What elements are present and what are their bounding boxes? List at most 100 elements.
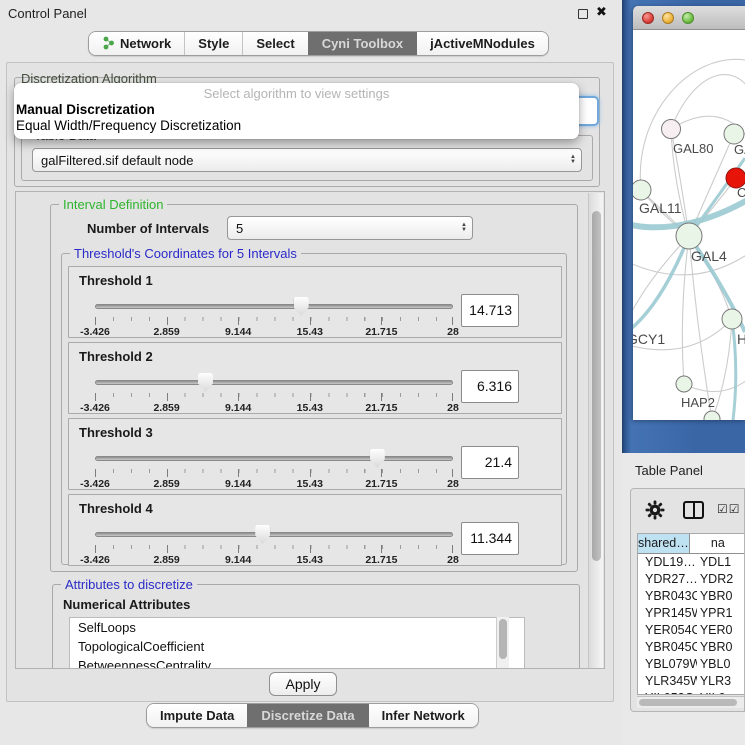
- node-bottom[interactable]: [704, 411, 720, 420]
- column-header-name[interactable]: na: [690, 534, 745, 553]
- table-row[interactable]: YLR345W YLR3: [638, 673, 745, 690]
- table-row[interactable]: YPR145W YPR1: [638, 605, 745, 622]
- node-label-cut-h: H: [737, 331, 745, 347]
- network-window-titlebar[interactable]: [633, 6, 745, 30]
- node-label-gal11: GAL11: [639, 200, 682, 216]
- thresholds-group: Threshold's Coordinates for 5 Intervals …: [61, 253, 567, 565]
- network-icon: [102, 36, 115, 50]
- attribute-list-item[interactable]: BetweennessCentrality: [70, 656, 524, 669]
- slider-handle[interactable]: [255, 525, 270, 544]
- table-row[interactable]: YER054C YER0: [638, 622, 745, 639]
- threshold-label: Threshold 4: [79, 501, 153, 516]
- network-window: GAL80 GA C GAL11 GAL4 GCY1 H HAP2: [633, 6, 745, 420]
- scrollbar-thumb[interactable]: [592, 211, 601, 561]
- slider-track[interactable]: [95, 532, 453, 537]
- table-panel-box: ☑☑ shared… na YDL19… YDL1 YDR27… YDR2 YB…: [630, 488, 745, 712]
- node-hap2[interactable]: [676, 376, 692, 392]
- tab-impute-data[interactable]: Impute Data: [147, 704, 247, 727]
- interval-definition-group: Interval Definition Number of Intervals …: [50, 204, 578, 572]
- tab-infer-network[interactable]: Infer Network: [368, 704, 478, 727]
- node-table[interactable]: shared… na YDL19… YDL1 YDR27… YDR2 YBR04…: [637, 533, 745, 695]
- tab-network[interactable]: Network: [89, 32, 184, 55]
- slider-ticks: [95, 317, 453, 325]
- node-gal80[interactable]: [662, 120, 681, 139]
- slider-ticks: [95, 545, 453, 553]
- close-icon[interactable]: ✖: [596, 4, 607, 20]
- zoom-traffic-light-icon[interactable]: [682, 12, 694, 24]
- threshold-1-slider[interactable]: -3.4262.8599.14415.4321.71528: [95, 297, 453, 337]
- tab-style[interactable]: Style: [184, 32, 242, 55]
- threshold-3-panel: Threshold 3 -3.4262.8599.14415.4321.7152…: [68, 418, 562, 490]
- cell-shared-name: YBR045C: [638, 639, 697, 656]
- interval-definition-title: Interval Definition: [59, 197, 167, 212]
- threshold-1-value[interactable]: 14.713: [461, 294, 519, 327]
- minimize-traffic-light-icon[interactable]: [662, 12, 674, 24]
- apply-button[interactable]: Apply: [269, 672, 337, 696]
- threshold-4-panel: Threshold 4 -3.4262.8599.14415.4321.7152…: [68, 494, 562, 566]
- split-panel-icon[interactable]: [683, 501, 704, 519]
- node-top-right[interactable]: [724, 124, 744, 144]
- node-label-cut-ga: GA: [734, 142, 745, 157]
- slider-handle[interactable]: [294, 297, 309, 316]
- slider-track[interactable]: [95, 456, 453, 461]
- table-panel-title: Table Panel: [635, 463, 703, 478]
- tab-discretize-data[interactable]: Discretize Data: [247, 704, 367, 727]
- cell-shared-name: YPR145W: [638, 605, 697, 622]
- tab-select[interactable]: Select: [242, 32, 307, 55]
- node-left[interactable]: [633, 180, 651, 200]
- number-of-intervals-combobox[interactable]: 5 ▲▼: [227, 216, 473, 240]
- threshold-label: Threshold 2: [79, 349, 153, 364]
- float-window-icon[interactable]: [578, 9, 588, 19]
- node-gal4[interactable]: [676, 223, 702, 249]
- threshold-3-value[interactable]: 21.4: [461, 446, 519, 479]
- numerical-attributes-label: Numerical Attributes: [63, 597, 190, 612]
- table-row[interactable]: YBR043C YBR0: [638, 588, 745, 605]
- threshold-4-slider[interactable]: -3.4262.8599.14415.4321.71528: [95, 525, 453, 565]
- threshold-2-slider[interactable]: -3.4262.8599.14415.4321.71528: [95, 373, 453, 413]
- slider-track[interactable]: [95, 380, 453, 385]
- table-hscrollbar[interactable]: [637, 696, 745, 708]
- node-label-gcy1: GCY1: [633, 331, 665, 347]
- column-header-shared-name[interactable]: shared…: [638, 534, 690, 553]
- cell-shared-name: YBR043C: [638, 588, 697, 605]
- dropdown-item-equal-width[interactable]: Equal Width/Frequency Discretization: [14, 117, 579, 133]
- numerical-attributes-list[interactable]: SelfLoopsTopologicalCoefficientBetweenne…: [69, 617, 525, 669]
- attribute-list-item[interactable]: SelfLoops: [70, 618, 524, 637]
- network-canvas[interactable]: GAL80 GA C GAL11 GAL4 GCY1 H HAP2: [633, 30, 745, 420]
- list-scrollbar[interactable]: [496, 617, 509, 669]
- slider-handle[interactable]: [198, 373, 213, 392]
- table-panel: Table Panel: [622, 453, 745, 745]
- close-traffic-light-icon[interactable]: [642, 12, 654, 24]
- node-label-gal80: GAL80: [673, 141, 713, 156]
- slider-handle[interactable]: [370, 449, 385, 468]
- dropdown-item-manual[interactable]: Manual Discretization: [14, 101, 579, 117]
- table-row[interactable]: YIL052C YIL0: [638, 690, 745, 695]
- threshold-2-value[interactable]: 6.316: [461, 370, 519, 403]
- algorithm-dropdown-popup: Select algorithm to view settings Manual…: [14, 83, 579, 139]
- threshold-4-value[interactable]: 11.344: [461, 522, 519, 555]
- node-right-mid[interactable]: [722, 309, 742, 329]
- cell-name: YPR1: [697, 605, 745, 622]
- gear-icon[interactable]: [645, 500, 665, 520]
- top-tabbar: Network Style Select Cyni Toolbox jActiv…: [88, 31, 549, 56]
- settings-scrollbar[interactable]: [588, 193, 603, 669]
- number-of-intervals-label: Number of Intervals: [87, 221, 209, 236]
- table-row[interactable]: YBR045C YBR0: [638, 639, 745, 656]
- select-columns-icon[interactable]: ☑☑: [717, 502, 741, 516]
- tab-jactivemnodules[interactable]: jActiveMNodules: [416, 32, 548, 55]
- scrollbar-thumb[interactable]: [639, 699, 737, 706]
- table-data-combobox[interactable]: galFiltered.sif default node ▲▼: [32, 148, 582, 172]
- number-of-intervals-value: 5: [228, 221, 456, 236]
- slider-track[interactable]: [95, 304, 453, 309]
- cell-shared-name: YBL079W: [638, 656, 697, 673]
- table-row[interactable]: YBL079W YBL0: [638, 656, 745, 673]
- panel-title: Control Panel: [8, 6, 87, 21]
- attribute-list-item[interactable]: TopologicalCoefficient: [70, 637, 524, 656]
- threshold-3-slider[interactable]: -3.4262.8599.14415.4321.71528: [95, 449, 453, 489]
- table-row[interactable]: YDL19… YDL1: [638, 554, 745, 571]
- network-graph: GAL80 GA C GAL11 GAL4 GCY1 H HAP2: [633, 30, 745, 420]
- tab-cyni-toolbox[interactable]: Cyni Toolbox: [308, 32, 416, 55]
- table-row[interactable]: YDR27… YDR2: [638, 571, 745, 588]
- cell-shared-name: YIL052C: [638, 690, 697, 695]
- slider-scale: -3.4262.8599.14415.4321.71528: [95, 554, 453, 566]
